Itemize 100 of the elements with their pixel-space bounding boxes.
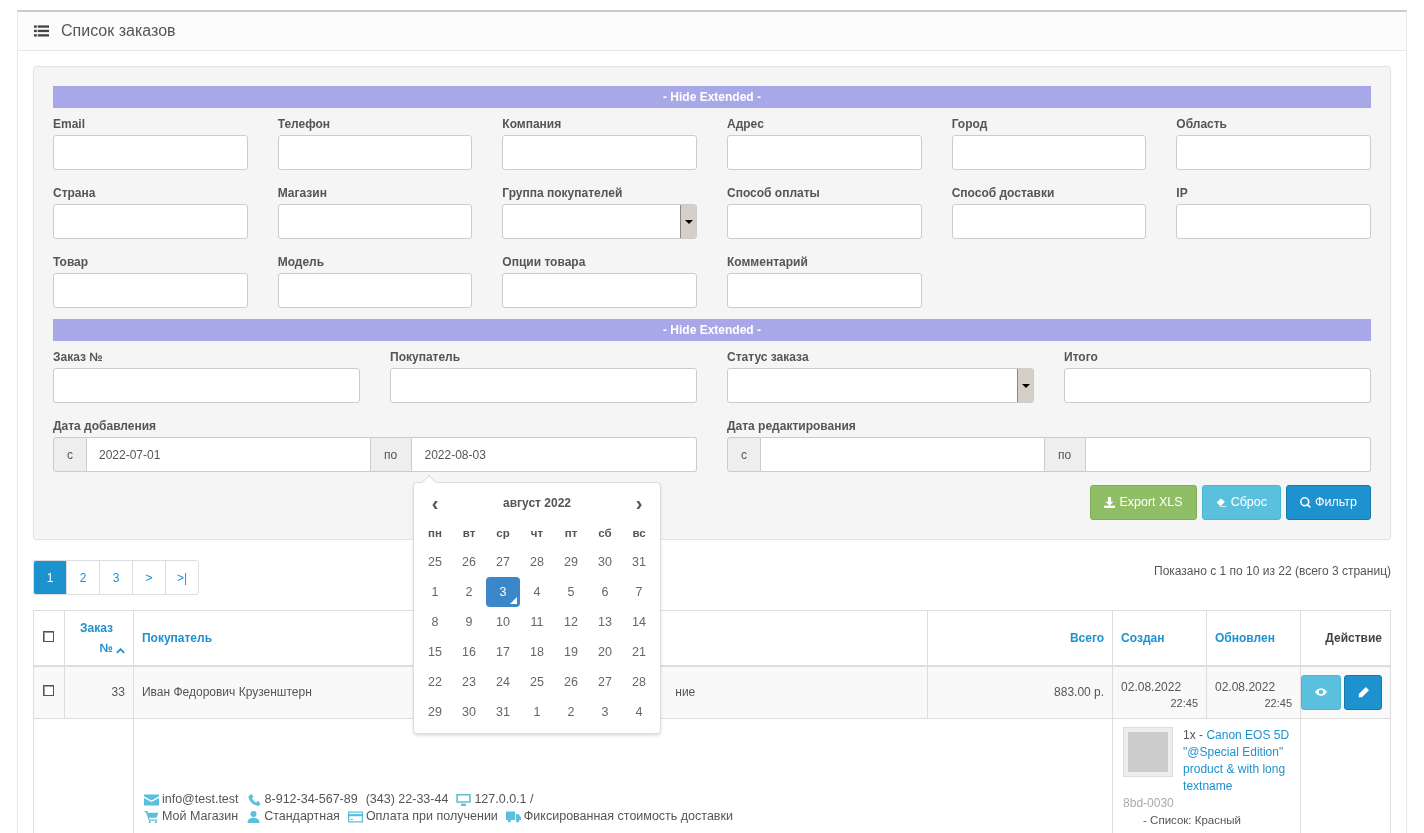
calendar-day[interactable]: 25 — [418, 547, 452, 577]
filter-button[interactable]: Фильтр — [1286, 485, 1371, 520]
table-cell-text: 02.08.2022 — [1215, 678, 1277, 695]
calendar-day[interactable]: 31 — [622, 547, 656, 577]
calendar-day[interactable]: 30 — [588, 547, 622, 577]
weekday-label: сб — [597, 526, 613, 541]
calendar-day[interactable]: 13 — [588, 607, 622, 637]
input-field[interactable] — [53, 135, 248, 170]
cart-icon — [143, 810, 159, 823]
calendar-day[interactable]: 19 — [554, 637, 588, 667]
next-month-button[interactable]: › — [622, 483, 656, 523]
column-header[interactable]: Всего — [1069, 630, 1105, 645]
input-field[interactable] — [502, 273, 697, 308]
phone-icon — [246, 793, 262, 806]
input-field[interactable] — [53, 368, 360, 403]
date-input[interactable] — [1085, 437, 1371, 472]
select-field[interactable] — [727, 368, 1034, 403]
input-field[interactable] — [727, 273, 922, 308]
calendar-day[interactable]: 28 — [520, 547, 554, 577]
page-link[interactable]: 2 — [66, 560, 100, 595]
edit-button[interactable] — [1344, 674, 1382, 710]
calendar-day[interactable]: 28 — [622, 667, 656, 697]
input-field[interactable] — [951, 204, 1147, 239]
input-field[interactable] — [727, 204, 922, 239]
input-field[interactable] — [277, 135, 473, 170]
calendar-day[interactable]: 26 — [554, 667, 588, 697]
input-field[interactable] — [1176, 135, 1371, 170]
previous-month-button[interactable]: ‹ — [418, 483, 452, 523]
column-header[interactable]: Создан — [1121, 630, 1165, 645]
calendar-day[interactable]: 29 — [554, 547, 588, 577]
calendar-day[interactable]: 3 — [486, 577, 520, 607]
calendar-day[interactable]: 20 — [588, 637, 622, 667]
column-header[interactable]: Обновлен — [1215, 630, 1275, 645]
date-input[interactable]: 2022-07-01 — [87, 437, 370, 472]
calendar-day[interactable]: 4 — [622, 697, 656, 727]
input-field[interactable] — [951, 135, 1147, 170]
calendar-day[interactable]: 4 — [520, 577, 554, 607]
input-field[interactable] — [1176, 204, 1371, 239]
input-field[interactable] — [502, 135, 697, 170]
calendar-day[interactable]: 26 — [452, 547, 486, 577]
calendar-day[interactable]: 2 — [554, 697, 588, 727]
calendar-day[interactable]: 6 — [588, 577, 622, 607]
input-field[interactable] — [277, 204, 473, 239]
order-detail-text: 127.0.0.1 / — [474, 791, 534, 808]
date-input[interactable]: 2022-08-03 — [411, 437, 697, 472]
calendar-day[interactable]: 27 — [588, 667, 622, 697]
calendar-day[interactable]: 16 — [452, 637, 486, 667]
calendar-day[interactable]: 14 — [622, 607, 656, 637]
calendar-day[interactable]: 3 — [588, 697, 622, 727]
calendar-day[interactable]: 1 — [418, 577, 452, 607]
calendar-day[interactable]: 24 — [486, 667, 520, 697]
calendar-day[interactable]: 18 — [520, 637, 554, 667]
order-detail-text: (343) 22-33-44 — [365, 791, 449, 808]
month-title[interactable]: август 2022 — [452, 483, 622, 523]
input-field[interactable] — [390, 368, 697, 403]
calendar-day[interactable]: 23 — [452, 667, 486, 697]
weekday-label: вт — [461, 526, 477, 541]
calendar-day[interactable]: 15 — [418, 637, 452, 667]
calendar-day[interactable]: 11 — [520, 607, 554, 637]
calendar-day[interactable]: 1 — [520, 697, 554, 727]
product-option: - Список: Красный — [1123, 812, 1290, 829]
calendar-day[interactable]: 25 — [520, 667, 554, 697]
list-icon — [34, 24, 49, 38]
calendar-day[interactable]: 27 — [486, 547, 520, 577]
user-icon — [246, 810, 262, 823]
page-link[interactable]: 1 — [33, 560, 67, 595]
view-button[interactable] — [1301, 674, 1341, 710]
field-label: Телефон — [277, 118, 332, 131]
checkbox[interactable] — [43, 630, 55, 642]
credit-card-icon — [347, 810, 363, 823]
calendar-day[interactable]: 7 — [622, 577, 656, 607]
product-title[interactable]: 1x - Canon EOS 5D "@Special Edition" product & with long textname — [1123, 727, 1290, 795]
page-link[interactable]: >| — [165, 560, 199, 595]
calendar-day[interactable]: 12 — [554, 607, 588, 637]
page-link[interactable]: > — [132, 560, 166, 595]
input-field[interactable] — [53, 204, 248, 239]
column-header[interactable]: Покупатель — [141, 630, 213, 645]
input-field[interactable] — [727, 135, 922, 170]
calendar-day[interactable]: 30 — [452, 697, 486, 727]
calendar-day[interactable]: 5 — [554, 577, 588, 607]
calendar-day[interactable]: 10 — [486, 607, 520, 637]
weekday-label: вс — [631, 526, 647, 541]
calendar-day[interactable]: 31 — [486, 697, 520, 727]
field-label: Итого — [1064, 351, 1099, 364]
field-label: Статус заказа — [727, 351, 810, 364]
calendar-day[interactable]: 29 — [418, 697, 452, 727]
input-field[interactable] — [53, 273, 248, 308]
calendar-day[interactable]: 21 — [622, 637, 656, 667]
calendar-day[interactable]: 8 — [418, 607, 452, 637]
date-input[interactable] — [761, 437, 1044, 472]
page-link[interactable]: 3 — [99, 560, 133, 595]
field-label: Способ доставки — [951, 187, 1056, 200]
calendar-day[interactable]: 9 — [452, 607, 486, 637]
select-field[interactable] — [502, 204, 697, 239]
input-field[interactable] — [277, 273, 473, 308]
calendar-day[interactable]: 22 — [418, 667, 452, 697]
calendar-day[interactable]: 17 — [486, 637, 520, 667]
checkbox[interactable] — [43, 685, 55, 697]
calendar-day[interactable]: 2 — [452, 577, 486, 607]
input-field[interactable] — [1064, 368, 1371, 403]
